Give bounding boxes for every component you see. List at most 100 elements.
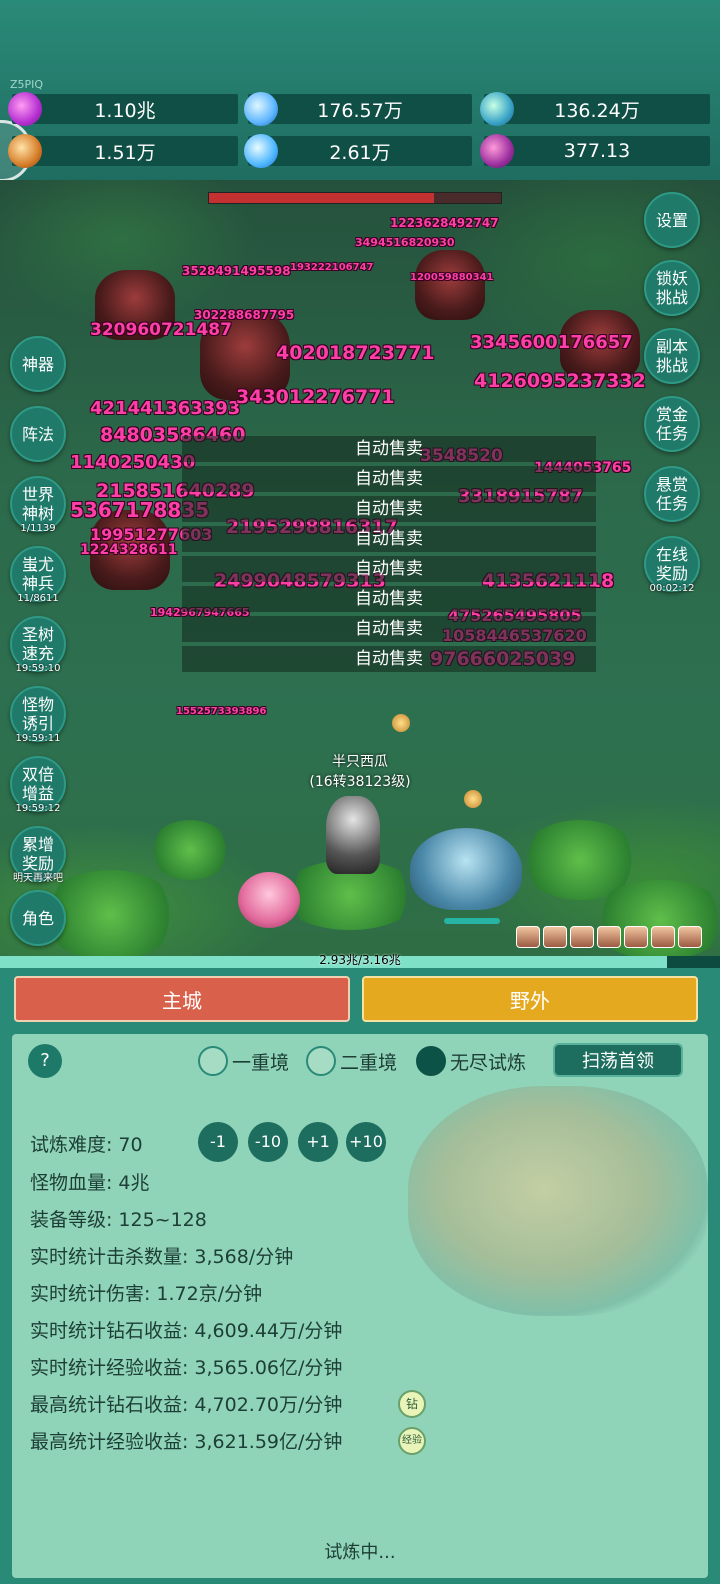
tiger-illustration: [408, 1086, 708, 1316]
skill-icon[interactable]: [597, 926, 621, 948]
resource-bar: Z5PIQ 1.10兆 176.57万 136.24万 1.51万 2.61万 …: [0, 0, 720, 182]
damage-number: 3494516820930: [355, 236, 455, 249]
elemental-orb-icon: [480, 92, 514, 126]
stat-monster-hp: 怪物血量: 4兆: [30, 1168, 150, 1195]
damage-number: 1140250430: [70, 452, 196, 473]
button-label: 阵法: [21, 424, 54, 444]
skill-icon[interactable]: [678, 926, 702, 948]
auto-sell-line: 自动售卖: [182, 496, 596, 522]
skill-icon[interactable]: [624, 926, 648, 948]
reward-task-button[interactable]: 悬赏 任务: [644, 466, 700, 522]
button-sub: 19:59:10: [15, 663, 61, 674]
battle-scene: 1223628492747 3494516820930 3528491495598 1…: [0, 180, 720, 958]
help-button[interactable]: ?: [28, 1044, 62, 1078]
stat-value: 4,702.70万/分钟: [194, 1394, 343, 1416]
cumulative-reward-button[interactable]: 累增 奖励 明天再来吧: [10, 826, 66, 884]
stat-diamond-income: 实时统计钻石收益: 4,609.44万/分钟: [30, 1316, 342, 1343]
artifact-button[interactable]: 神器: [10, 336, 66, 392]
auto-sell-line: 自动售卖: [182, 646, 596, 672]
resource-value: 1.51万: [94, 141, 156, 164]
radio-icon: [198, 1046, 228, 1076]
difficulty-minus-10-button[interactable]: -10: [248, 1122, 288, 1162]
difficulty-row: 试炼难度: 70: [30, 1130, 143, 1157]
online-reward-button[interactable]: 在线 奖励 00:02:12: [644, 536, 700, 594]
damage-number: 4126095237332: [474, 370, 646, 392]
stat-label: 实时统计伤害:: [30, 1283, 151, 1305]
mode-label: 无尽试炼: [450, 1051, 527, 1074]
auto-sell-line: 自动售卖: [182, 466, 596, 492]
button-sub: 明天再来吧: [13, 873, 63, 884]
stat-label: 实时统计钻石收益:: [30, 1320, 189, 1342]
auto-sell-line: 自动售卖: [182, 556, 596, 582]
button-label: 在线 奖励: [655, 545, 688, 583]
difficulty-plus-1-button[interactable]: +1: [298, 1122, 338, 1162]
coin-drop[interactable]: [392, 714, 410, 732]
damage-number: 1224328611: [80, 542, 178, 558]
radio-icon: [306, 1046, 336, 1076]
difficulty-value: 70: [118, 1134, 143, 1156]
button-sub: 11/8611: [17, 593, 59, 604]
resource-value: 176.57万: [317, 99, 403, 122]
coin-drop[interactable]: [464, 790, 482, 808]
damage-number: 193222106747: [290, 262, 374, 273]
stat-label: 最高统计钻石收益:: [30, 1394, 189, 1416]
resource-value: 136.24万: [554, 99, 640, 122]
bunny-girl-companion: [238, 872, 300, 928]
world-tree-button[interactable]: 世界 神树 1/1139: [10, 476, 66, 534]
stat-label: 实时统计击杀数量:: [30, 1246, 189, 1268]
button-label: 圣树 速充: [21, 625, 54, 663]
blue-crystal-icon: [244, 92, 278, 126]
formation-button[interactable]: 阵法: [10, 406, 66, 462]
experience-text: 2.93兆/3.16兆: [319, 953, 401, 967]
settings-button[interactable]: 设置: [644, 192, 700, 248]
button-sub: 1/1139: [20, 523, 56, 534]
skill-icon[interactable]: [543, 926, 567, 948]
button-label: 赏金 任务: [655, 405, 688, 443]
damage-number: 402018723771: [276, 342, 435, 364]
character-button[interactable]: 角色: [10, 890, 66, 946]
dungeon-challenge-button[interactable]: 副本 挑战: [644, 328, 700, 384]
skill-icons: [516, 926, 702, 948]
resource-pot: 377.13: [480, 134, 710, 168]
button-label: 双倍 增益: [21, 765, 54, 803]
mode-option-endless[interactable]: 无尽试炼: [416, 1046, 526, 1076]
tree-speedup-button[interactable]: 圣树 速充 19:59:10: [10, 616, 66, 674]
tab-main-city[interactable]: 主城: [14, 976, 350, 1022]
monster-lure-button[interactable]: 怪物 诱引 19:59:11: [10, 686, 66, 744]
chiyou-weapon-button[interactable]: 蚩尤 神兵 11/8611: [10, 546, 66, 604]
sweep-boss-button[interactable]: 扫荡首领: [553, 1043, 683, 1077]
tab-wilderness[interactable]: 野外: [362, 976, 698, 1022]
button-sub: 00:02:12: [649, 583, 695, 594]
demon-lock-challenge-button[interactable]: 锁妖 挑战: [644, 260, 700, 316]
skill-icon[interactable]: [516, 926, 540, 948]
diamond-badge-icon[interactable]: 钻: [398, 1390, 426, 1418]
trial-panel: ? 一重境 二重境 无尽试炼 扫荡首领 试炼难度: 70 -1 -10 +1 +1…: [12, 1034, 708, 1578]
player-label: 半只西瓜 (16转38123级): [300, 752, 420, 792]
damage-number: 3528491495598: [182, 264, 291, 278]
damage-number: 3345600176657: [470, 332, 633, 353]
mode-option-second[interactable]: 二重境: [306, 1046, 397, 1076]
difficulty-minus-1-button[interactable]: -1: [198, 1122, 238, 1162]
double-boost-button[interactable]: 双倍 增益 19:59:12: [10, 756, 66, 814]
stat-value: 3,568/分钟: [194, 1246, 294, 1268]
stat-label: 怪物血量:: [30, 1172, 113, 1194]
mode-option-first[interactable]: 一重境: [198, 1046, 289, 1076]
difficulty-plus-10-button[interactable]: +10: [346, 1122, 386, 1162]
button-label: 累增 奖励: [21, 835, 54, 873]
resource-orb: 136.24万: [480, 92, 710, 126]
button-label: 悬赏 任务: [655, 475, 688, 513]
dragon-pet: [410, 828, 522, 910]
auto-sell-line: 自动售卖: [182, 526, 596, 552]
resource-value: 377.13: [563, 140, 631, 162]
skill-icon[interactable]: [651, 926, 675, 948]
stat-value: 3,621.59亿/分钟: [194, 1431, 343, 1453]
radio-selected-icon: [416, 1046, 446, 1076]
damage-number: 320960721487: [90, 320, 232, 340]
button-label: 怪物 诱引: [21, 695, 54, 733]
bounty-task-button[interactable]: 赏金 任务: [644, 396, 700, 452]
mode-label: 二重境: [340, 1051, 398, 1074]
difficulty-label: 试炼难度:: [30, 1134, 113, 1156]
exp-badge-icon[interactable]: 经验: [398, 1427, 426, 1455]
skill-icon[interactable]: [570, 926, 594, 948]
button-label: 锁妖 挑战: [655, 269, 688, 307]
